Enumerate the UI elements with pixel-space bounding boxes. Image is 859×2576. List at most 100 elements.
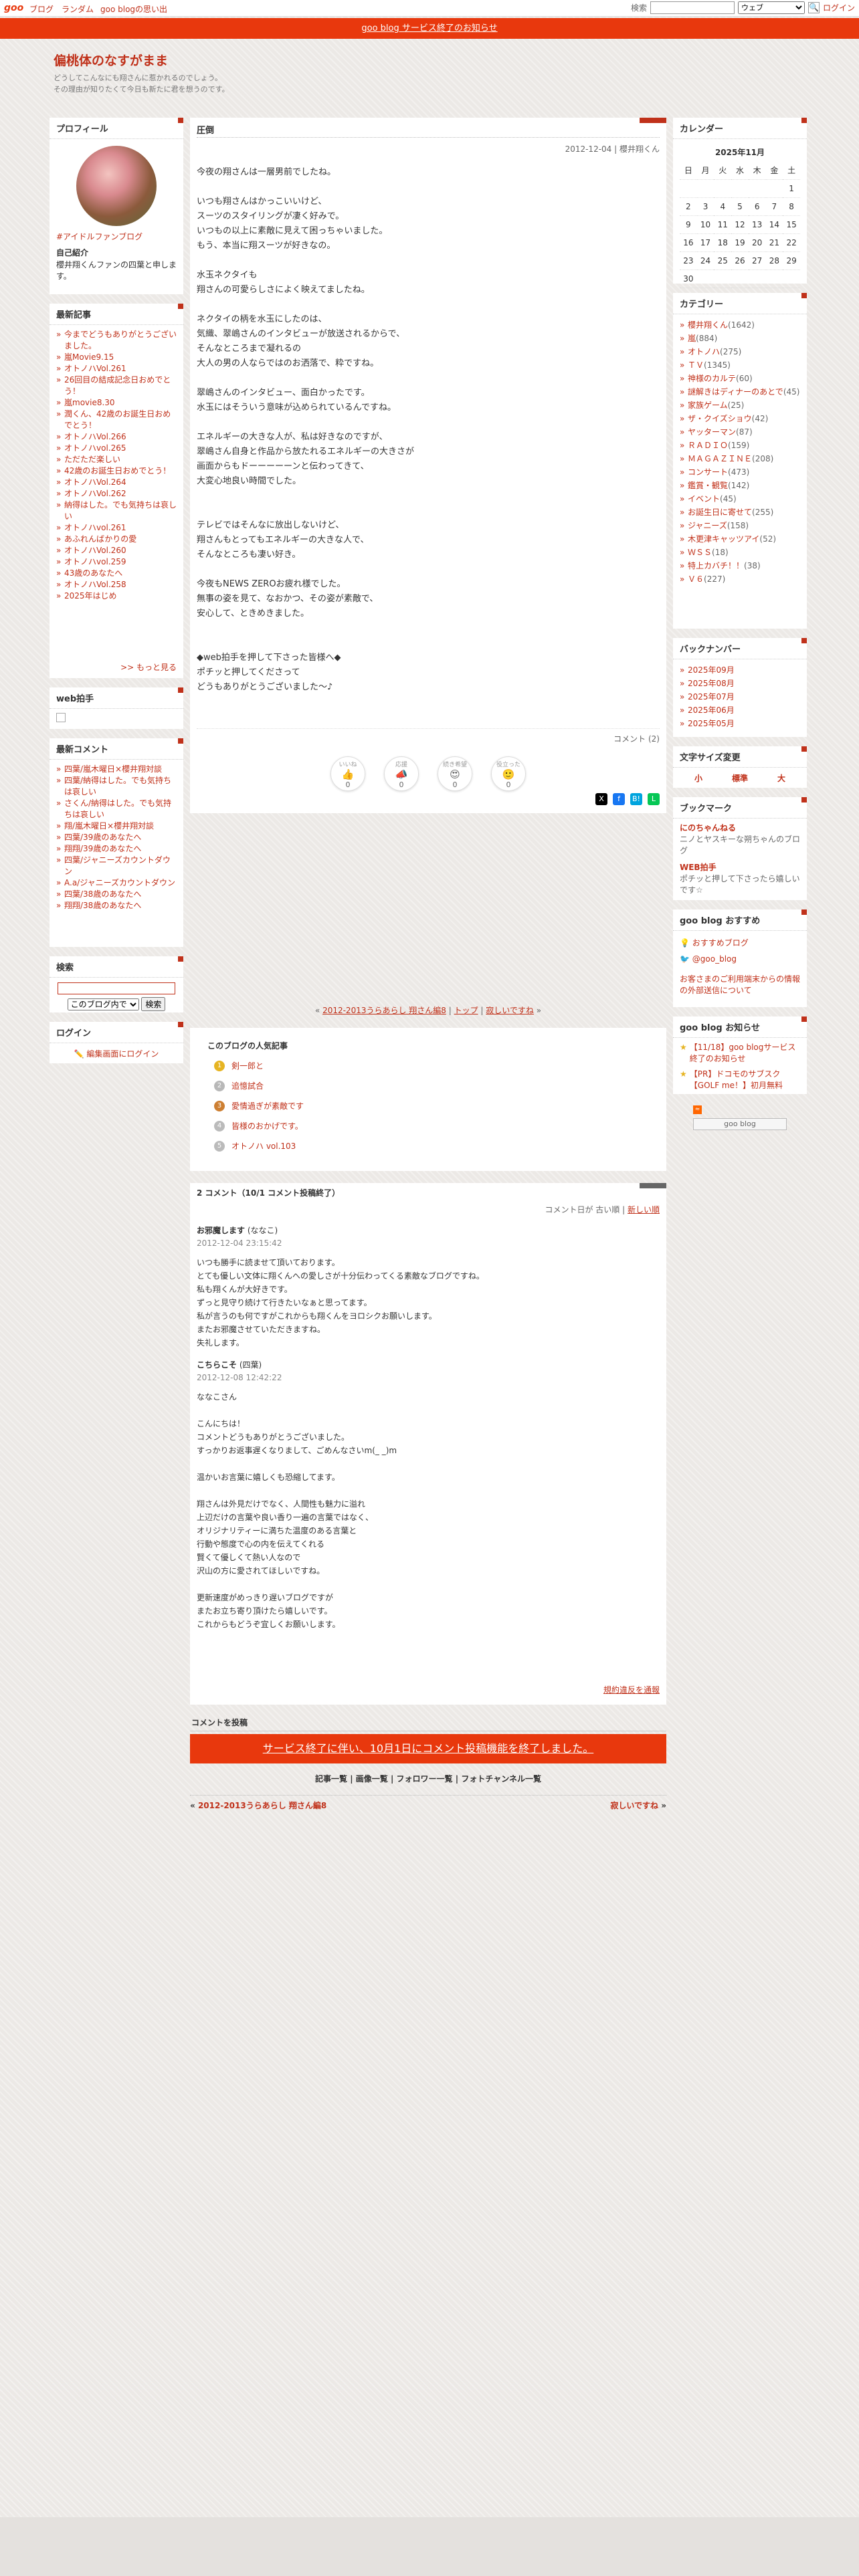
recent-comment-link[interactable]: 四葉/嵐木曜日×櫻井翔対談 <box>64 764 162 774</box>
category-item[interactable]: 鑑賞・観覧(142) <box>680 479 800 492</box>
category-link[interactable]: Ｖ６ <box>688 574 704 584</box>
recent-comment-link[interactable]: 四葉/ジャニーズカウントダウン <box>64 855 171 876</box>
category-link[interactable]: 神様のカルテ <box>688 374 736 383</box>
category-link[interactable]: 鑑賞・観覧 <box>688 481 728 490</box>
calendar-date[interactable]: 9 <box>680 215 697 234</box>
calendar-date[interactable]: 30 <box>680 270 697 288</box>
recent-post-link[interactable]: オトノハVol.258 <box>64 580 126 589</box>
calendar-date[interactable]: 8 <box>783 197 800 216</box>
calendar-date[interactable]: 28 <box>765 251 783 270</box>
edit-login-link[interactable]: 編集画面にログイン <box>86 1049 159 1059</box>
calendar-date[interactable]: 21 <box>765 233 783 252</box>
recent-post-link[interactable]: 2025年はじめ <box>64 591 117 601</box>
category-item[interactable]: ＷＳＳ(18) <box>680 546 800 559</box>
recent-comment-link[interactable]: 四葉/納得はした。でも気持ちは哀しい <box>64 776 171 796</box>
goo-info-item[interactable]: ★ 【11/18】goo blogサービス終了のお知らせ <box>680 1042 800 1065</box>
footer-link[interactable]: 画像一覧 <box>356 1774 388 1784</box>
goo-info-link[interactable]: 【11/18】goo blogサービス終了のお知らせ <box>690 1042 800 1065</box>
popular-item-link[interactable]: 愛情過ぎが素敵です <box>231 1096 304 1116</box>
goo-blog-badge[interactable]: goo blog <box>693 1118 787 1130</box>
calendar-date[interactable]: 11 <box>714 215 732 234</box>
category-link[interactable]: 特上カバチ！！ <box>688 561 744 570</box>
rss-icon[interactable]: ≈ <box>693 1105 702 1114</box>
recommend-blog-link[interactable]: おすすめブログ <box>692 938 749 948</box>
bottom-prev-link[interactable]: 2012-2013うらあらし 翔さん編8 <box>198 1801 326 1810</box>
recent-comment-link[interactable]: A.a/ジャニーズカウントダウン <box>64 878 175 887</box>
recent-comment-item[interactable]: 四葉/39歳のあなたへ <box>56 832 177 843</box>
recent-post-item[interactable]: 42歳のお誕生日おめでとう！ <box>56 465 177 477</box>
category-item[interactable]: ＲＡＤＩＯ(159) <box>680 439 800 452</box>
recent-post-link[interactable]: 42歳のお誕生日おめでとう！ <box>64 466 171 475</box>
category-item[interactable]: ＭＡＧＡＺＩＮＥ(208) <box>680 452 800 465</box>
next-entry-link[interactable]: 寂しいですね <box>486 1006 534 1015</box>
goo-info-item[interactable]: ★ 【PR】ドコモのサブスク【GOLF me！】初月無料 <box>680 1069 800 1091</box>
comments-closed-banner[interactable]: サービス終了に伴い、10月1日にコメント投稿機能を終了しました。 <box>190 1734 666 1763</box>
backnumber-link[interactable]: 2025年08月 <box>688 679 735 688</box>
calendar-date[interactable]: 18 <box>714 233 732 252</box>
reaction-button[interactable]: 応援 📣 0 <box>384 756 419 791</box>
category-item[interactable]: ザ・クイズショウ(42) <box>680 412 800 425</box>
category-item[interactable]: ＴＶ(1345) <box>680 358 800 372</box>
category-link[interactable]: ＲＡＤＩＯ <box>688 441 728 450</box>
backnumber-link[interactable]: 2025年07月 <box>688 692 735 702</box>
calendar-date[interactable]: 20 <box>748 233 766 252</box>
recent-post-link[interactable]: オトノハVol.262 <box>64 489 126 498</box>
category-link[interactable]: イベント <box>688 494 720 504</box>
recent-post-link[interactable]: あふれんばかりの愛 <box>64 534 136 544</box>
webclap-image-icon[interactable] <box>56 713 66 722</box>
popular-item-link[interactable]: 剣一郎と <box>231 1056 264 1076</box>
recent-post-item[interactable]: 今までどうもありがとうございました。 <box>56 329 177 352</box>
recent-post-link[interactable]: 43歳のあなたへ <box>64 568 122 578</box>
calendar-date[interactable]: 17 <box>696 233 714 252</box>
service-end-notice-link[interactable]: goo blog サービス終了のお知らせ <box>361 23 497 33</box>
recent-post-item[interactable]: オトノハVol.266 <box>56 431 177 443</box>
category-link[interactable]: ＷＳＳ <box>688 548 712 557</box>
bottom-next-link[interactable]: 寂しいですね <box>610 1801 658 1810</box>
calendar-date[interactable]: 25 <box>714 251 732 270</box>
calendar-date[interactable]: 23 <box>680 251 697 270</box>
recent-comment-link[interactable]: 四葉/38歳のあなたへ <box>64 889 141 899</box>
goo-twitter-link[interactable]: @goo_blog <box>692 954 737 964</box>
recent-post-item[interactable]: オトノハVol.261 <box>56 363 177 374</box>
login-link[interactable]: ログイン <box>823 2 855 13</box>
category-link[interactable]: 謎解きはディナーのあとで <box>688 387 783 397</box>
service-end-notice[interactable]: goo blog サービス終了のお知らせ <box>0 18 859 39</box>
category-link[interactable]: コンサート <box>688 467 728 477</box>
category-item[interactable]: ヤッターマン(87) <box>680 425 800 439</box>
recent-post-link[interactable]: 潤くん、42歳のお誕生日おめでとう！ <box>64 409 171 430</box>
category-link[interactable]: ジャニーズ <box>688 521 727 530</box>
x-share-icon[interactable]: X <box>595 793 607 805</box>
popular-item-link[interactable]: 皆様のおかげです。 <box>231 1116 303 1136</box>
calendar-date[interactable]: 2 <box>680 197 697 216</box>
entry-category[interactable]: 櫻井翔くん <box>619 144 660 154</box>
recent-post-item[interactable]: 嵐Movie9.15 <box>56 352 177 363</box>
backnumber-item[interactable]: 2025年07月 <box>680 690 800 704</box>
recent-post-item[interactable]: ただただ楽しい <box>56 454 177 465</box>
calendar-date[interactable]: 14 <box>765 215 783 234</box>
calendar-date[interactable]: 27 <box>748 251 766 270</box>
recent-comment-item[interactable]: 翔/嵐木曜日×櫻井翔対談 <box>56 821 177 832</box>
calendar-date[interactable]: 13 <box>748 215 766 234</box>
calendar-date[interactable]: 29 <box>783 251 800 270</box>
external-send-info-link[interactable]: お客さまのご利用端末からの情報の外部送信について <box>680 974 800 995</box>
popular-item[interactable]: 5 オトノハ vol.103 <box>214 1136 649 1156</box>
category-link[interactable]: ヤッターマン <box>688 427 736 437</box>
category-item[interactable]: 特上カバチ！！(38) <box>680 559 800 572</box>
recent-post-link[interactable]: オトノハVol.266 <box>64 432 126 441</box>
recent-post-item[interactable]: オトノハvol.259 <box>56 556 177 568</box>
category-item[interactable]: オトノハ(275) <box>680 345 800 358</box>
recent-comment-link[interactable]: 四葉/39歳のあなたへ <box>64 833 141 842</box>
calendar-date[interactable]: 3 <box>696 197 714 216</box>
backnumber-link[interactable]: 2025年05月 <box>688 719 735 728</box>
backnumber-item[interactable]: 2025年06月 <box>680 704 800 717</box>
recent-post-link[interactable]: ただただ楽しい <box>64 455 120 464</box>
recent-comment-item[interactable]: 四葉/ジャニーズカウントダウン <box>56 855 177 877</box>
topbar-link-memories[interactable]: goo blogの思い出 <box>100 3 167 15</box>
entry-date[interactable]: 2012-12-04 <box>565 144 612 154</box>
bookmark-link[interactable]: にのちゃんねる <box>680 823 800 834</box>
prev-entry-link[interactable]: 2012-2013うらあらし 翔さん編8 <box>322 1006 446 1015</box>
search-input[interactable] <box>650 1 735 14</box>
category-item[interactable]: ジャニーズ(158) <box>680 519 800 532</box>
footer-link[interactable]: フォトチャンネル一覧 <box>461 1774 541 1784</box>
calendar-date[interactable]: 1 <box>783 179 800 198</box>
